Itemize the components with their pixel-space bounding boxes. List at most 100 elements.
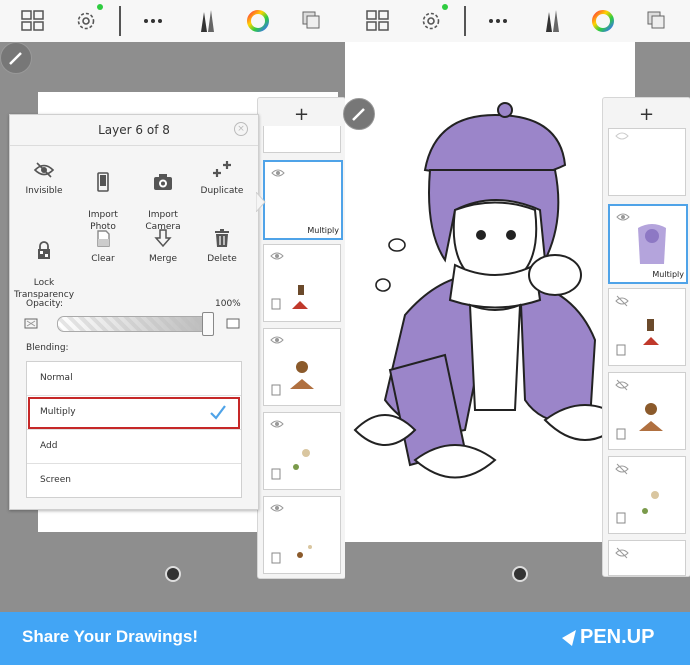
left-layer-strip: + Multiply xyxy=(257,97,346,579)
add-layer-icon[interactable]: + xyxy=(258,104,345,125)
share-text: Share Your Drawings! xyxy=(22,627,199,646)
eye-slash-icon xyxy=(615,295,629,307)
blend-normal[interactable]: Normal xyxy=(27,362,241,396)
notification-dot xyxy=(97,4,103,10)
close-icon[interactable]: × xyxy=(234,122,248,136)
eye-icon xyxy=(270,504,284,512)
eye-slash-icon xyxy=(33,162,55,178)
layer-options-panel: Layer 6 of 8 × Invisible Import Photo Im… xyxy=(9,114,259,510)
layer-thumb-selected[interactable]: Multiply xyxy=(263,160,343,240)
eye-icon xyxy=(270,420,284,428)
brush-tools-icon[interactable] xyxy=(193,7,221,35)
eye-icon xyxy=(270,252,284,260)
clear-button[interactable]: Clear xyxy=(72,227,134,265)
divider xyxy=(10,145,258,146)
gallery-grid-icon-right[interactable] xyxy=(364,7,392,35)
merge-arrow-icon xyxy=(154,229,172,248)
multiply-layer-preview xyxy=(638,224,666,264)
trash-icon xyxy=(215,229,229,247)
layer-thumb-right[interactable] xyxy=(608,456,686,534)
layer-thumb[interactable] xyxy=(263,412,341,490)
lock-transparency-button[interactable]: Lock Transparency xyxy=(13,227,75,301)
blend-multiply[interactable]: Multiply xyxy=(27,396,241,430)
opacity-handle[interactable] xyxy=(202,312,214,336)
layers-icon-right[interactable] xyxy=(643,7,671,35)
eye-slash-icon xyxy=(615,547,629,559)
more-dots-icon-right[interactable] xyxy=(484,7,512,35)
lock-transparency-label: Lock Transparency xyxy=(13,278,75,300)
pen-tool-button[interactable] xyxy=(0,42,32,74)
layer-thumb-top-right[interactable] xyxy=(608,128,686,196)
eraser-icon xyxy=(97,230,110,247)
eye-slash-icon xyxy=(615,463,629,475)
layer-thumb-right[interactable] xyxy=(608,372,686,450)
layer-thumb-top[interactable] xyxy=(263,126,341,153)
blend-mode-list: Normal Multiply Add Screen xyxy=(26,361,242,498)
opacity-slider[interactable] xyxy=(57,316,209,332)
character-artwork xyxy=(353,102,627,479)
clear-label: Clear xyxy=(91,254,115,264)
more-dots-icon[interactable] xyxy=(139,7,167,35)
opacity-fill xyxy=(58,317,208,331)
layer-thumb[interactable] xyxy=(263,496,341,574)
import-photo-button[interactable]: Import Photo xyxy=(72,159,134,233)
blend-screen[interactable]: Screen xyxy=(27,464,241,497)
invisible-button[interactable]: Invisible xyxy=(13,159,75,197)
blend-add[interactable]: Add xyxy=(27,430,241,464)
pencil-icon xyxy=(9,52,22,65)
toolbar-divider-right xyxy=(464,6,466,36)
delete-button[interactable]: Delete xyxy=(191,227,253,265)
toolbar-divider xyxy=(119,6,121,36)
zoom-knob-right[interactable] xyxy=(512,566,528,582)
penup-logo-icon xyxy=(562,630,576,646)
lock-icon xyxy=(38,241,50,259)
duplicate-label: Duplicate xyxy=(200,186,244,196)
zoom-knob[interactable] xyxy=(165,566,181,582)
opacity-label: Opacity: xyxy=(26,299,63,309)
eye-icon xyxy=(270,336,284,344)
phone-icon xyxy=(97,172,109,192)
lock-icon xyxy=(271,298,281,310)
delete-label: Delete xyxy=(207,254,237,264)
duplicate-icon xyxy=(213,161,231,177)
merge-label: Merge xyxy=(148,254,178,264)
layer-thumb-selected-right[interactable]: Multiply xyxy=(608,204,688,284)
color-wheel-icon[interactable] xyxy=(244,7,272,35)
layers-icon[interactable] xyxy=(298,7,326,35)
camera-icon xyxy=(154,174,172,190)
eye-icon xyxy=(271,169,285,177)
brush-tools-icon-right[interactable] xyxy=(538,7,566,35)
panel-title: Layer 6 of 8 xyxy=(98,123,170,137)
color-wheel-icon-right[interactable] xyxy=(589,7,617,35)
layer-thumb[interactable] xyxy=(263,244,341,322)
import-camera-button[interactable]: Import Camera xyxy=(132,159,194,233)
opacity-value: 100% xyxy=(215,299,241,309)
add-layer-icon-right[interactable]: + xyxy=(603,104,690,125)
settings-gear-icon[interactable] xyxy=(72,7,100,35)
invisible-label: Invisible xyxy=(25,186,63,196)
blend-badge-right: Multiply xyxy=(652,270,684,279)
gallery-grid-icon[interactable] xyxy=(19,7,47,35)
layer-thumb-right[interactable] xyxy=(608,540,686,576)
share-footer-banner[interactable]: Share Your Drawings! PEN.UP xyxy=(0,612,690,665)
layer-thumb[interactable] xyxy=(263,328,341,406)
blend-normal-label: Normal xyxy=(40,373,73,383)
eye-icon xyxy=(615,132,629,140)
blend-screen-label: Screen xyxy=(40,475,71,485)
eye-icon xyxy=(616,213,630,221)
right-layer-strip: + Multiply xyxy=(602,97,690,577)
checkmark-icon xyxy=(210,405,226,420)
duplicate-button[interactable]: Duplicate xyxy=(191,159,253,197)
transparent-min-icon xyxy=(24,318,38,329)
panel-pointer xyxy=(256,192,266,212)
eye-slash-icon xyxy=(615,379,629,391)
blending-label: Blending: xyxy=(26,343,69,353)
notification-dot-right xyxy=(442,4,448,10)
merge-button[interactable]: Merge xyxy=(132,227,194,265)
penup-logo-text: PEN.UP xyxy=(580,626,655,648)
blend-add-label: Add xyxy=(40,441,58,451)
blend-badge: Multiply xyxy=(307,226,339,235)
settings-gear-icon-right[interactable] xyxy=(417,7,445,35)
layer-thumb-right[interactable] xyxy=(608,288,686,366)
top-toolbar xyxy=(0,0,690,43)
